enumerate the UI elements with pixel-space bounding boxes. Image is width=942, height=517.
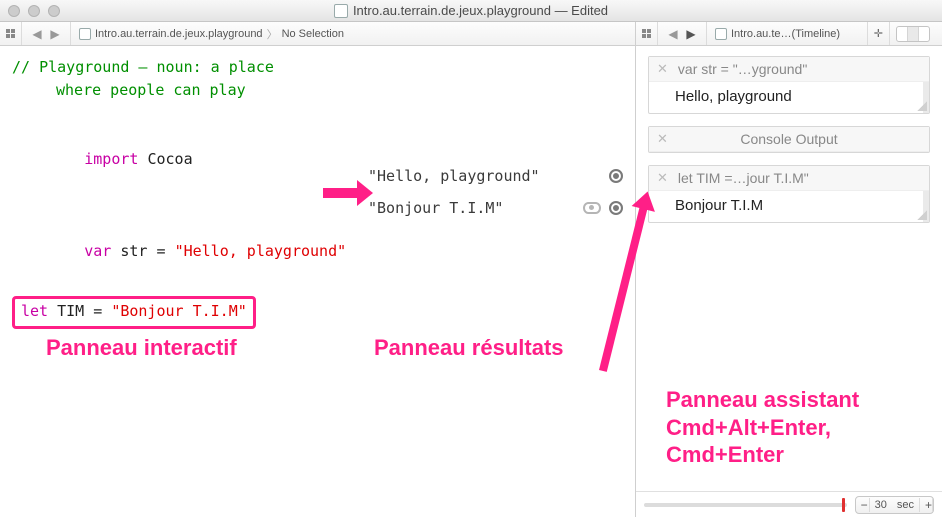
window-title-text: Intro.au.terrain.de.jeux.playground — Ed… [353,3,608,18]
results-sidebar: "Hello, playground" "Bonjour T.I.M" [360,46,635,517]
jump-bar-main: ◀ ▶ Intro.au.terrain.de.jeux.playground … [0,22,636,45]
card-title: var str = "…yground" [678,61,807,77]
code-line: import Cocoa [12,125,348,195]
annotation-label: Panneau résultats [374,334,564,362]
identifier: Cocoa [138,150,192,168]
increment-button[interactable]: + [919,498,933,512]
code-comment: // Playground – noun: a place [12,56,348,79]
result-value: "Hello, playground" [366,167,540,185]
breadcrumb-selection: No Selection [282,28,344,40]
jump-bar-assistant: ◀ ▶ Intro.au.te…(Timeline) ✛ [636,22,942,45]
timeline-slider[interactable] [644,503,847,507]
code-comment: where people can play [12,79,348,102]
highlighted-line: let TIM = "Bonjour T.I.M" [12,296,256,329]
card-title: let TIM =…jour T.I.M" [678,170,809,186]
history-nav: ◀ ▶ [22,22,71,45]
assistant-card[interactable]: ✕ Console Output [648,126,930,153]
back-button-side[interactable]: ◀ [664,27,682,41]
forward-button-side[interactable]: ▶ [682,27,700,41]
value-history-button[interactable] [609,169,623,183]
result-value: "Bonjour T.I.M" [366,199,503,217]
keyword: var [84,242,111,260]
card-title: Console Output [740,131,837,147]
forward-button[interactable]: ▶ [46,27,64,41]
history-nav-side: ◀ ▶ [658,22,707,45]
back-button[interactable]: ◀ [28,27,46,41]
keyword: let [21,302,48,320]
grid-icon [6,29,15,38]
close-icon[interactable]: ✕ [657,170,668,186]
resize-handle-icon[interactable] [917,210,927,220]
document-icon [79,28,91,40]
breadcrumb-file: Intro.au.terrain.de.jeux.playground [95,28,263,40]
annotation-arrow-icon [323,188,359,198]
code-text: str = [111,242,174,260]
code-text: TIM = [48,302,111,320]
jump-bar: ◀ ▶ Intro.au.terrain.de.jeux.playground … [0,22,942,46]
zoom-window-button[interactable] [48,5,60,17]
slider-thumb[interactable] [842,498,845,512]
related-items-button-side[interactable] [636,22,658,45]
timeline-bar: − 30 sec + [636,491,942,517]
decrement-button[interactable]: − [856,498,870,512]
code-editor[interactable]: // Playground – noun: a place where peop… [0,46,360,517]
close-icon[interactable]: ✕ [657,61,668,77]
window-titlebar: Intro.au.terrain.de.jeux.playground — Ed… [0,0,942,22]
value-history-button[interactable] [609,201,623,215]
minimize-window-button[interactable] [28,5,40,17]
chevron-right-icon: 〉 [267,26,278,42]
result-row: "Hello, playground" [366,164,627,188]
window-title: Intro.au.terrain.de.jeux.playground — Ed… [0,3,942,18]
card-body: Bonjour T.I.M [649,191,929,222]
breadcrumb[interactable]: Intro.au.terrain.de.jeux.playground 〉 No… [71,26,352,42]
assistant-card[interactable]: ✕ var str = "…yground" Hello, playground [648,56,930,114]
timeline-stepper[interactable]: − 30 sec + [855,496,934,514]
assistant-card[interactable]: ✕ let TIM =…jour T.I.M" Bonjour T.I.M [648,165,930,223]
related-items-button[interactable] [0,22,22,45]
close-icon[interactable]: ✕ [657,131,668,147]
quicklook-button[interactable] [583,202,601,214]
panel-toggle-icon [896,26,930,42]
assistant-panel: ✕ var str = "…yground" Hello, playground… [636,46,942,517]
annotation-label: Panneau interactif [46,334,237,362]
string-literal: "Hello, playground" [175,242,347,260]
result-row: "Bonjour T.I.M" [366,196,627,220]
keyword: import [84,150,138,168]
add-assistant-button[interactable]: ✛ [867,22,890,45]
document-icon [334,4,348,18]
breadcrumb-side[interactable]: Intro.au.te…(Timeline) [707,28,848,40]
panel-toggle-button[interactable] [890,22,942,45]
document-icon [715,28,727,40]
annotation-label: Panneau assistant Cmd+Alt+Enter, Cmd+Ent… [666,386,859,469]
timeline-value: 30 [870,499,892,511]
code-line: var str = "Hello, playground" [12,216,348,286]
editor-area: // Playground – noun: a place where peop… [0,46,636,517]
string-literal: "Bonjour T.I.M" [111,302,246,320]
grid-icon [642,29,651,38]
card-body: Hello, playground [649,82,929,113]
resize-handle-icon[interactable] [917,101,927,111]
workspace: // Playground – noun: a place where peop… [0,46,942,517]
window-traffic-lights[interactable] [8,5,60,17]
breadcrumb-side-file: Intro.au.te…(Timeline) [731,28,840,40]
timeline-unit: sec [892,499,919,511]
close-window-button[interactable] [8,5,20,17]
